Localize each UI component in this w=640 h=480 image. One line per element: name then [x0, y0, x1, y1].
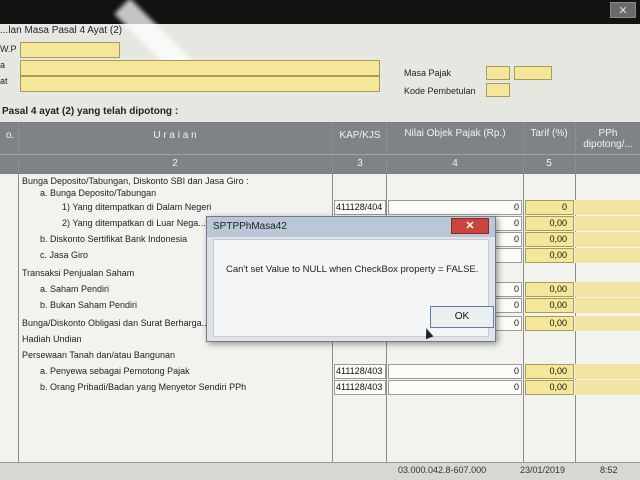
col-divider [523, 122, 524, 464]
nama-field[interactable] [20, 60, 380, 76]
tarif-input[interactable]: 0,00 [525, 282, 574, 297]
header-nilai: Nilai Objek Pajak (Rp.) [404, 128, 506, 139]
tarif-input[interactable]: 0,00 [525, 380, 574, 395]
pph-cell[interactable] [575, 232, 640, 247]
row-label: Hadiah Undian [22, 334, 82, 344]
row-label: 1) Yang ditempatkan di Dalam Negeri [62, 202, 212, 212]
header-tarif: Tarif (%) [530, 128, 568, 139]
masa-pajak-month-field[interactable] [486, 66, 510, 80]
col-divider [18, 122, 19, 464]
header-no: o. [5, 130, 15, 141]
status-npwp: 03.000.042.8-607.000 [398, 465, 487, 475]
masa-pajak-year-field[interactable] [514, 66, 552, 80]
row-label: b. Orang Pribadi/Badan yang Menyetor Sen… [40, 382, 247, 392]
nilai-objek-pajak-input[interactable]: 0 [388, 200, 522, 215]
number-nilai: 4 [452, 158, 458, 169]
nilai-objek-pajak-input[interactable]: 0 [388, 380, 522, 395]
pph-cell[interactable] [575, 316, 640, 331]
tarif-input[interactable]: 0,00 [525, 316, 574, 331]
row-label: a. Penyewa sebagai Pemotong Pajak [40, 366, 190, 376]
row-label: b. Diskonto Sertifikat Bank Indonesia [40, 234, 188, 244]
pph-cell[interactable] [575, 216, 640, 231]
label-nama: a [0, 60, 6, 70]
window-close-button[interactable]: ✕ [610, 2, 636, 18]
pph-cell[interactable] [575, 380, 640, 395]
nilai-objek-pajak-input[interactable]: 0 [388, 364, 522, 379]
row-label: c. Jasa Giro [40, 250, 89, 260]
dialog-message: Can't set Value to NULL when CheckBox pr… [226, 264, 479, 275]
dialog-body: Can't set Value to NULL when CheckBox pr… [213, 239, 494, 337]
pph-cell[interactable] [575, 248, 640, 263]
status-time: 8:52 [600, 465, 618, 475]
tarif-input[interactable]: 0,00 [525, 248, 574, 263]
row-label: Transaksi Penjualan Saham [22, 268, 135, 278]
kode-pembetulan-field[interactable] [486, 83, 510, 97]
tarif-input[interactable]: 0,00 [525, 298, 574, 313]
pph-cell[interactable] [575, 364, 640, 379]
row-label: b. Bukan Saham Pendiri [40, 300, 138, 310]
header-pph: PPh dipotong/... [583, 128, 633, 150]
pph-cell[interactable] [575, 200, 640, 215]
number-uraian: 2 [172, 158, 178, 169]
tarif-input[interactable]: 0,00 [525, 216, 574, 231]
app-screen: ✕ ...lan Masa Pasal 4 Ayat (2) W.P a at … [0, 0, 640, 480]
pph-cell[interactable] [575, 298, 640, 313]
row-label: 2) Yang ditempatkan di Luar Nega... [62, 218, 206, 228]
label-kode-pembetulan: Kode Pembetulan [404, 86, 476, 96]
tarif-input[interactable]: 0 [525, 200, 574, 215]
row-label: a. Bunga Deposito/Tabungan [40, 188, 157, 198]
row-label: Persewaan Tanah dan/atau Bangunan [22, 350, 175, 360]
label-npwp: W.P [0, 44, 17, 54]
table-header: o. U r a i a n KAP/KJS Nilai Objek Pajak… [0, 122, 640, 154]
ok-button[interactable]: OK [430, 306, 494, 328]
header-kap: KAP/KJS [339, 130, 381, 141]
number-tarif: 5 [546, 158, 552, 169]
form-title: ...lan Masa Pasal 4 Ayat (2) [0, 25, 123, 36]
header-uraian: U r a i a n [153, 130, 197, 141]
kap-cell[interactable]: 411128/403 [334, 380, 386, 395]
top-bar: ✕ [0, 0, 640, 24]
table-number-row: 2 3 4 5 [0, 154, 640, 174]
dialog-close-button[interactable]: ✕ [451, 218, 489, 234]
error-dialog: SPTPPhMasa42 ✕ Can't set Value to NULL w… [206, 216, 496, 342]
section-title: Pasal 4 ayat (2) yang telah dipotong : [2, 106, 179, 117]
npwp-field[interactable] [20, 42, 120, 58]
status-date: 23/01/2019 [520, 465, 566, 475]
dialog-title: SPTPPhMasa42 [213, 221, 287, 232]
kap-cell[interactable]: 411128/404 [334, 200, 386, 215]
status-bar: 03.000.042.8-607.000 23/01/2019 8:52 [0, 462, 640, 480]
alamat-field[interactable] [20, 76, 380, 92]
pph-cell[interactable] [575, 282, 640, 297]
kap-cell[interactable]: 411128/403 [334, 364, 386, 379]
row-label: Bunga Deposito/Tabungan, Diskonto SBI da… [22, 176, 249, 186]
number-kap: 3 [357, 158, 363, 169]
row-label: Bunga/Diskonto Obligasi dan Surat Berhar… [22, 318, 210, 328]
tarif-input[interactable]: 0,00 [525, 232, 574, 247]
label-masa-pajak: Masa Pajak [404, 68, 452, 78]
dialog-title-bar: SPTPPhMasa42 ✕ [207, 217, 495, 237]
tarif-input[interactable]: 0,00 [525, 364, 574, 379]
label-alamat: at [0, 76, 8, 86]
row-label: a. Saham Pendiri [40, 284, 110, 294]
